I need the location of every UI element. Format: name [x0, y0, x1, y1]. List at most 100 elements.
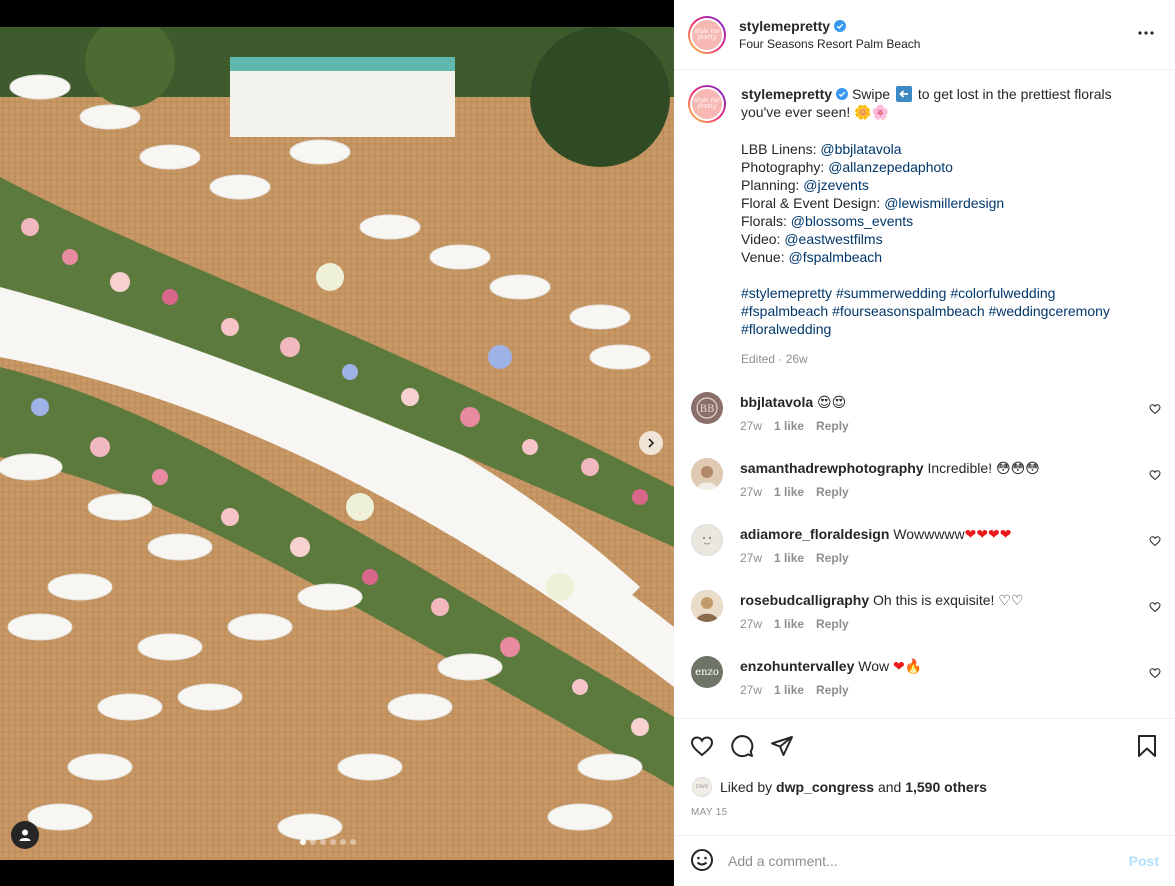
- next-slide-button[interactable]: [639, 431, 663, 455]
- bookmark-icon: [1138, 735, 1156, 757]
- liked-by-user[interactable]: dwp_congress: [776, 779, 874, 795]
- chevron-right-icon: [648, 438, 655, 448]
- liked-by-and: and: [877, 779, 902, 795]
- liked-by-prefix: Liked by: [720, 779, 773, 795]
- mention-link[interactable]: @eastwestfilms: [784, 231, 882, 247]
- credit-line: Photography: @allanzepedaphoto: [741, 159, 953, 175]
- smiley-face-icon: [691, 848, 713, 871]
- commenter-username[interactable]: samanthadrewphotography: [740, 460, 924, 476]
- heart-outline-icon: [1149, 536, 1161, 547]
- media-pane: [0, 0, 674, 886]
- commenter-username[interactable]: enzohuntervalley: [740, 658, 854, 674]
- commenter-username[interactable]: adiamore_floraldesign: [740, 526, 889, 542]
- comment-item: BB bbjlatavola 😍😍 27w 1 like Reply: [674, 390, 1175, 456]
- monogram-icon: BB: [696, 397, 718, 419]
- verified-badge-icon: [834, 20, 847, 32]
- carousel-dot: [320, 839, 326, 845]
- like-comment-button[interactable]: [1149, 600, 1161, 616]
- comment-emoji: ❤❤❤❤: [964, 527, 1012, 543]
- like-comment-button[interactable]: [1149, 402, 1161, 418]
- hashtag-link[interactable]: #weddingceremony: [989, 303, 1110, 319]
- comment-age[interactable]: 27w: [740, 419, 762, 433]
- comment-emoji: 😍😍: [817, 395, 847, 411]
- comment-likes[interactable]: 1 like: [774, 551, 804, 565]
- like-comment-button[interactable]: [1149, 534, 1161, 550]
- credit-line: Planning: @jzevents: [741, 177, 869, 193]
- commenter-username[interactable]: bbjlatavola: [740, 394, 813, 410]
- comment-age[interactable]: 27w: [740, 683, 762, 697]
- add-comment-bar: Post: [674, 835, 1175, 886]
- reply-button[interactable]: Reply: [816, 617, 849, 631]
- comment-age[interactable]: 27w: [740, 485, 762, 499]
- caption-username[interactable]: stylemepretty: [741, 85, 832, 103]
- heart-outline-icon: [1149, 404, 1161, 415]
- post-location[interactable]: Four Seasons Resort Palm Beach: [739, 37, 920, 51]
- liker-avatar[interactable]: DWP: [692, 777, 712, 797]
- like-comment-button[interactable]: [1149, 468, 1161, 484]
- hashtag-link[interactable]: #summerwedding: [836, 285, 947, 301]
- hashtag-link[interactable]: #floralwedding: [741, 321, 831, 337]
- comments-list[interactable]: style me pretty stylemepretty Swipe to g…: [674, 71, 1175, 718]
- profile-photo-icon: [691, 590, 723, 622]
- carousel-dot: [350, 839, 356, 845]
- comment-likes[interactable]: 1 like: [774, 419, 804, 433]
- likes-summary[interactable]: DWP Liked by dwp_congress and 1,590 othe…: [692, 777, 987, 797]
- comment-item: enzo enzohuntervalley Wow ❤🔥 27w 1 like Re…: [674, 654, 1175, 718]
- mention-link[interactable]: @bbjlatavola: [820, 141, 901, 157]
- post-photo[interactable]: [0, 27, 674, 860]
- commenter-username[interactable]: rosebudcalligraphy: [740, 592, 869, 608]
- commenter-avatar[interactable]: enzo: [691, 656, 723, 688]
- reply-button[interactable]: Reply: [816, 485, 849, 499]
- comment-likes[interactable]: 1 like: [774, 617, 804, 631]
- avatar-text: enzo: [695, 666, 719, 678]
- brand-logo: style me pretty: [694, 97, 720, 110]
- comment-likes[interactable]: 1 like: [774, 485, 804, 499]
- heart-outline-icon: [1149, 668, 1161, 679]
- tagged-users-button[interactable]: [11, 821, 39, 849]
- commenter-avatar[interactable]: BB: [691, 392, 723, 424]
- profile-photo-icon: [691, 458, 723, 490]
- wedding-ceremony-photo: [0, 27, 674, 860]
- post-comment-button[interactable]: Post: [1129, 853, 1159, 869]
- like-comment-button[interactable]: [1149, 666, 1161, 682]
- mention-link[interactable]: @allanzepedaphoto: [828, 159, 953, 175]
- more-options-button[interactable]: [1137, 24, 1155, 45]
- mention-link[interactable]: @jzevents: [803, 177, 869, 193]
- verified-badge-icon: [836, 88, 849, 100]
- hashtag-link[interactable]: #colorfulwedding: [950, 285, 1055, 301]
- reply-button[interactable]: Reply: [816, 419, 849, 433]
- mention-link[interactable]: @fspalmbeach: [789, 249, 883, 265]
- credit-line: Floral & Event Design: @lewismillerdesig…: [741, 195, 1005, 211]
- hashtag-link[interactable]: #stylemepretty: [741, 285, 832, 301]
- credit-line: Venue: @fspalmbeach: [741, 249, 883, 265]
- reply-button[interactable]: Reply: [816, 683, 849, 697]
- likes-count[interactable]: 1,590 others: [905, 779, 987, 795]
- heart-outline-icon: [1149, 470, 1161, 481]
- post-header: style me pretty stylemepretty Four Seaso…: [674, 0, 1175, 70]
- caption-author-avatar[interactable]: style me pretty: [688, 85, 726, 123]
- comment-age[interactable]: 27w: [740, 551, 762, 565]
- author-username[interactable]: stylemepretty: [739, 18, 830, 34]
- comment-button[interactable]: [730, 734, 754, 758]
- comment-emoji: ❤🔥: [893, 659, 923, 675]
- like-button[interactable]: [690, 734, 714, 758]
- reply-button[interactable]: Reply: [816, 551, 849, 565]
- share-button[interactable]: [770, 734, 794, 758]
- commenter-avatar[interactable]: [691, 458, 723, 490]
- save-button[interactable]: [1135, 734, 1159, 758]
- mention-link[interactable]: @lewismillerdesign: [884, 195, 1004, 211]
- emoji-picker-button[interactable]: [690, 848, 714, 875]
- comment-age[interactable]: 27w: [740, 617, 762, 631]
- comment-emoji: ♡♡: [998, 593, 1024, 609]
- comment-text: Wowwwww: [893, 526, 965, 542]
- hashtag-link[interactable]: #fspalmbeach: [741, 303, 828, 319]
- hashtag-link[interactable]: #fourseasonspalmbeach: [832, 303, 985, 319]
- comment-likes[interactable]: 1 like: [774, 683, 804, 697]
- commenter-avatar[interactable]: [691, 524, 723, 556]
- comment-input[interactable]: [728, 853, 1129, 869]
- mention-link[interactable]: @blossoms_events: [791, 213, 913, 229]
- heart-outline-icon: [690, 736, 714, 757]
- author-avatar[interactable]: style me pretty: [688, 15, 726, 54]
- more-horizontal-icon: [1138, 31, 1154, 35]
- commenter-avatar[interactable]: [691, 590, 723, 622]
